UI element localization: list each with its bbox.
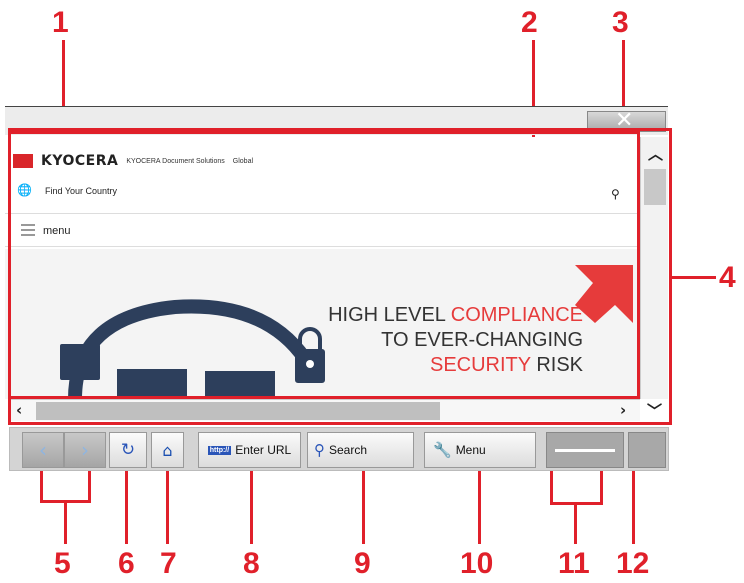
tab-toggle-button[interactable] (628, 432, 666, 468)
hero-line1-red: COMPLIANCE (450, 304, 583, 326)
search-label: Search (329, 443, 368, 457)
site-search-icon[interactable]: ⚲ (611, 187, 620, 201)
find-country-label: Find Your Country (45, 185, 118, 196)
enter-url-label: Enter URL (235, 443, 292, 457)
wrench-icon: 🔧 (433, 441, 452, 459)
vertical-scrollbar[interactable]: ︿ (640, 137, 668, 399)
status-display-button[interactable] (546, 432, 624, 468)
title-bar (5, 107, 668, 135)
kyocera-logo-mark (13, 154, 33, 168)
reload-icon: ↻ (120, 440, 136, 460)
security-illustration (60, 299, 325, 399)
leader-line-5d (64, 500, 67, 544)
hamburger-icon (21, 224, 35, 239)
kyocera-logo: KYOCERA (41, 153, 119, 169)
hero-text: HIGH LEVEL COMPLIANCE TO EVER-CHANGING S… (328, 303, 583, 378)
callout-3: 3 (612, 6, 629, 39)
close-icon: ✕ (615, 108, 634, 133)
enter-url-button[interactable]: http:// Enter URL (198, 432, 301, 468)
hero-line3-red: SECURITY (429, 354, 531, 376)
callout-10: 10 (460, 547, 494, 580)
callout-5: 5 (54, 547, 71, 580)
callout-12: 12 (616, 547, 650, 580)
callout-4: 4 (719, 261, 736, 294)
callout-6: 6 (118, 547, 135, 580)
site-region: Global (232, 157, 254, 165)
horizontal-scrollbar[interactable]: ‹ › (10, 399, 640, 421)
reload-button[interactable]: ↻ (109, 432, 147, 468)
site-menu-bar[interactable]: menu (5, 213, 639, 247)
scroll-up-icon[interactable]: ︿ (648, 143, 663, 164)
kyocera-red-arrow (575, 265, 633, 323)
hero-line1: HIGH LEVEL (328, 304, 446, 326)
forward-button[interactable]: › (64, 432, 106, 468)
callout-2: 2 (521, 6, 538, 39)
scroll-down-icon[interactable]: ﹀ (647, 400, 662, 421)
status-dash (555, 448, 615, 452)
callout-11: 11 (558, 547, 590, 580)
horizontal-scroll-thumb[interactable] (36, 402, 440, 420)
world-map-icon: 🌐 (17, 183, 32, 197)
leader-line-4 (671, 276, 716, 279)
site-menu-label: menu (43, 225, 71, 237)
leader-line-11d (574, 502, 577, 544)
site-header: KYOCERA KYOCERA Document Solutions Globa… (13, 151, 253, 171)
callout-7: 7 (160, 547, 177, 580)
http-icon: http:// (207, 445, 232, 455)
home-button[interactable]: ⌂ (151, 432, 184, 468)
chevron-right-icon: › (81, 438, 89, 462)
callout-8: 8 (243, 547, 260, 580)
chevron-left-icon: ‹ (39, 438, 47, 462)
vertical-scroll-thumb[interactable] (644, 169, 666, 205)
menu-label: Menu (455, 443, 486, 457)
hero-banner: HIGH LEVEL COMPLIANCE TO EVER-CHANGING S… (5, 249, 639, 399)
search-button[interactable]: ⚲ Search (307, 432, 414, 468)
menu-button[interactable]: 🔧 Menu (424, 432, 536, 468)
find-country-link[interactable]: 🌐 Find Your Country (17, 183, 118, 197)
hero-line2: TO EVER-CHANGING (381, 329, 583, 351)
callout-9: 9 (354, 547, 371, 580)
magnifier-icon: ⚲ (314, 441, 325, 459)
web-content-area[interactable]: KYOCERA KYOCERA Document Solutions Globa… (5, 137, 639, 399)
scroll-left-icon[interactable]: ‹ (16, 401, 22, 419)
back-button[interactable]: ‹ (22, 432, 64, 468)
site-tagline: KYOCERA Document Solutions (126, 157, 225, 165)
scroll-right-icon[interactable]: › (620, 401, 626, 419)
home-icon: ⌂ (162, 440, 173, 460)
callout-1: 1 (52, 6, 69, 39)
hero-line3: RISK (536, 354, 583, 376)
